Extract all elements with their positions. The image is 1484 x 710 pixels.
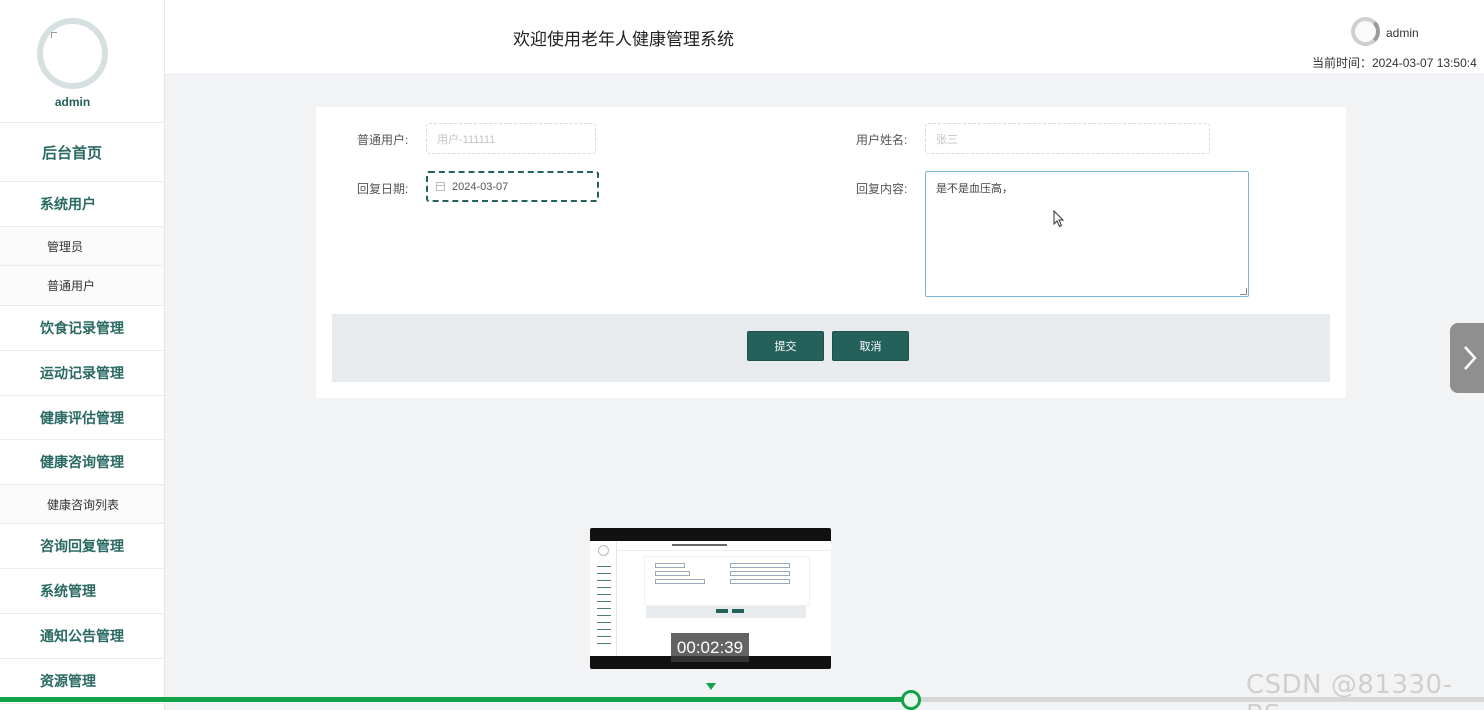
page-title: 欢迎使用老年人健康管理系统	[513, 30, 734, 49]
progress-fill	[0, 697, 911, 702]
preview-timestamp: 00:02:39	[671, 633, 749, 662]
thumbnail-line	[597, 643, 611, 644]
cancel-button[interactable]: 取消	[832, 331, 909, 361]
content-textarea[interactable]: 是不是血压高，	[925, 171, 1249, 297]
thumbnail-form	[644, 556, 810, 606]
sidebar-subitem-consult-list[interactable]: 健康咨询列表	[0, 485, 164, 524]
thumbnail-line	[597, 629, 611, 630]
video-preview-thumbnail: 00:02:39	[590, 528, 831, 669]
thumbnail-line	[597, 608, 611, 609]
sidebar-subitem-label: 普通用户	[47, 279, 96, 293]
resize-handle-icon[interactable]	[1240, 288, 1247, 295]
content-value: 是不是血压高，	[936, 183, 1013, 195]
thumbnail-input	[655, 579, 705, 584]
sidebar-profile: admin	[0, 0, 164, 123]
header-username[interactable]: admin	[1386, 26, 1419, 40]
thumbnail-input	[730, 579, 790, 584]
user-field[interactable]: 用户-111111	[426, 123, 596, 154]
sidebar-item-diet[interactable]: 饮食记录管理	[0, 306, 164, 351]
thumbnail-sidebar	[590, 541, 617, 656]
thumbnail-input	[730, 563, 790, 568]
thumbnail-line	[597, 573, 611, 574]
sidebar-item-exercise[interactable]: 运动记录管理	[0, 351, 164, 396]
sidebar-item-label: 系统管理	[40, 583, 96, 599]
sidebar-item-label: 资源管理	[40, 673, 96, 689]
sidebar-item-label: 健康评估管理	[40, 409, 124, 426]
avatar	[37, 18, 108, 89]
thumbnail-line	[597, 615, 611, 616]
sidebar-item-label: 饮食记录管理	[40, 320, 124, 336]
thumbnail-line	[597, 601, 611, 602]
user-avatar-icon[interactable]	[1351, 17, 1380, 46]
sidebar-username: admin	[54, 95, 91, 109]
sidebar-item-assessment[interactable]: 健康评估管理	[0, 396, 164, 440]
chevron-right-icon	[1464, 346, 1477, 370]
thumbnail-line	[597, 622, 611, 623]
thumbnail-line	[597, 636, 611, 637]
sidebar-item-label: 运动记录管理	[40, 365, 124, 381]
thumbnail-title	[672, 544, 727, 546]
name-label: 用户姓名:	[856, 133, 908, 147]
sidebar-subitem-users[interactable]: 普通用户	[0, 266, 164, 306]
sidebar-subitem-label: 健康咨询列表	[47, 497, 120, 512]
thumbnail-button	[732, 609, 744, 613]
thumbnail-input	[655, 563, 685, 568]
date-label: 回复日期:	[357, 182, 409, 196]
mouse-pointer-icon	[1053, 210, 1065, 228]
name-field[interactable]: 张三	[925, 123, 1210, 154]
thumbnail-line	[597, 566, 611, 567]
thumbnail-input	[730, 571, 790, 576]
sidebar-subitem-label: 管理员	[47, 239, 84, 254]
button-bar: 提交 取消	[332, 314, 1330, 382]
thumbnail-button-bar	[646, 606, 806, 618]
thumbnail-button	[716, 609, 728, 613]
content-label: 回复内容:	[856, 182, 908, 196]
broken-image-icon	[51, 32, 57, 38]
sidebar-item-notice[interactable]: 通知公告管理	[0, 614, 164, 659]
sidebar-item-system-users[interactable]: 系统用户	[0, 182, 164, 227]
calendar-icon	[436, 182, 445, 191]
top-header: 欢迎使用老年人健康管理系统 admin 当前时间：2024-03-07 13:5…	[165, 0, 1484, 75]
thumbnail-line	[597, 587, 611, 588]
date-value: 2024-03-07	[452, 180, 509, 193]
thumbnail-line	[597, 594, 611, 595]
thumbnail-input	[655, 571, 690, 576]
sidebar-item-label: 后台首页	[42, 144, 103, 162]
thumbnail-header	[617, 541, 831, 551]
sidebar-item-system[interactable]: 系统管理	[0, 569, 164, 614]
sidebar-item-label: 健康咨询管理	[40, 454, 124, 470]
date-field[interactable]: 2024-03-07	[426, 171, 599, 202]
progress-handle[interactable]	[901, 690, 921, 710]
sidebar-subitem-admin[interactable]: 管理员	[0, 227, 164, 266]
sidebar-item-label: 咨询回复管理	[40, 538, 124, 554]
watermark: CSDN @81330-BS	[1246, 670, 1453, 710]
sidebar-item-label: 通知公告管理	[40, 628, 124, 644]
seek-marker-icon	[706, 683, 716, 690]
user-label: 普通用户:	[357, 133, 409, 147]
current-time: 当前时间：2024-03-07 13:50:4	[1312, 56, 1477, 70]
next-page-button[interactable]	[1450, 323, 1484, 393]
sidebar-item-consult[interactable]: 健康咨询管理	[0, 440, 164, 485]
thumbnail-avatar	[598, 545, 609, 556]
submit-button[interactable]: 提交	[747, 331, 824, 361]
reply-form: 普通用户: 用户-111111 用户姓名: 张三 回复日期: 2024-03-0…	[316, 107, 1346, 398]
sidebar-item-home[interactable]: 后台首页	[0, 123, 164, 182]
sidebar-item-label: 系统用户	[40, 196, 96, 212]
sidebar-item-reply[interactable]: 咨询回复管理	[0, 524, 164, 569]
thumbnail-line	[597, 580, 611, 581]
sidebar: admin 后台首页 系统用户 管理员 普通用户 饮食记录管理 运动记录管理 健…	[0, 0, 165, 710]
